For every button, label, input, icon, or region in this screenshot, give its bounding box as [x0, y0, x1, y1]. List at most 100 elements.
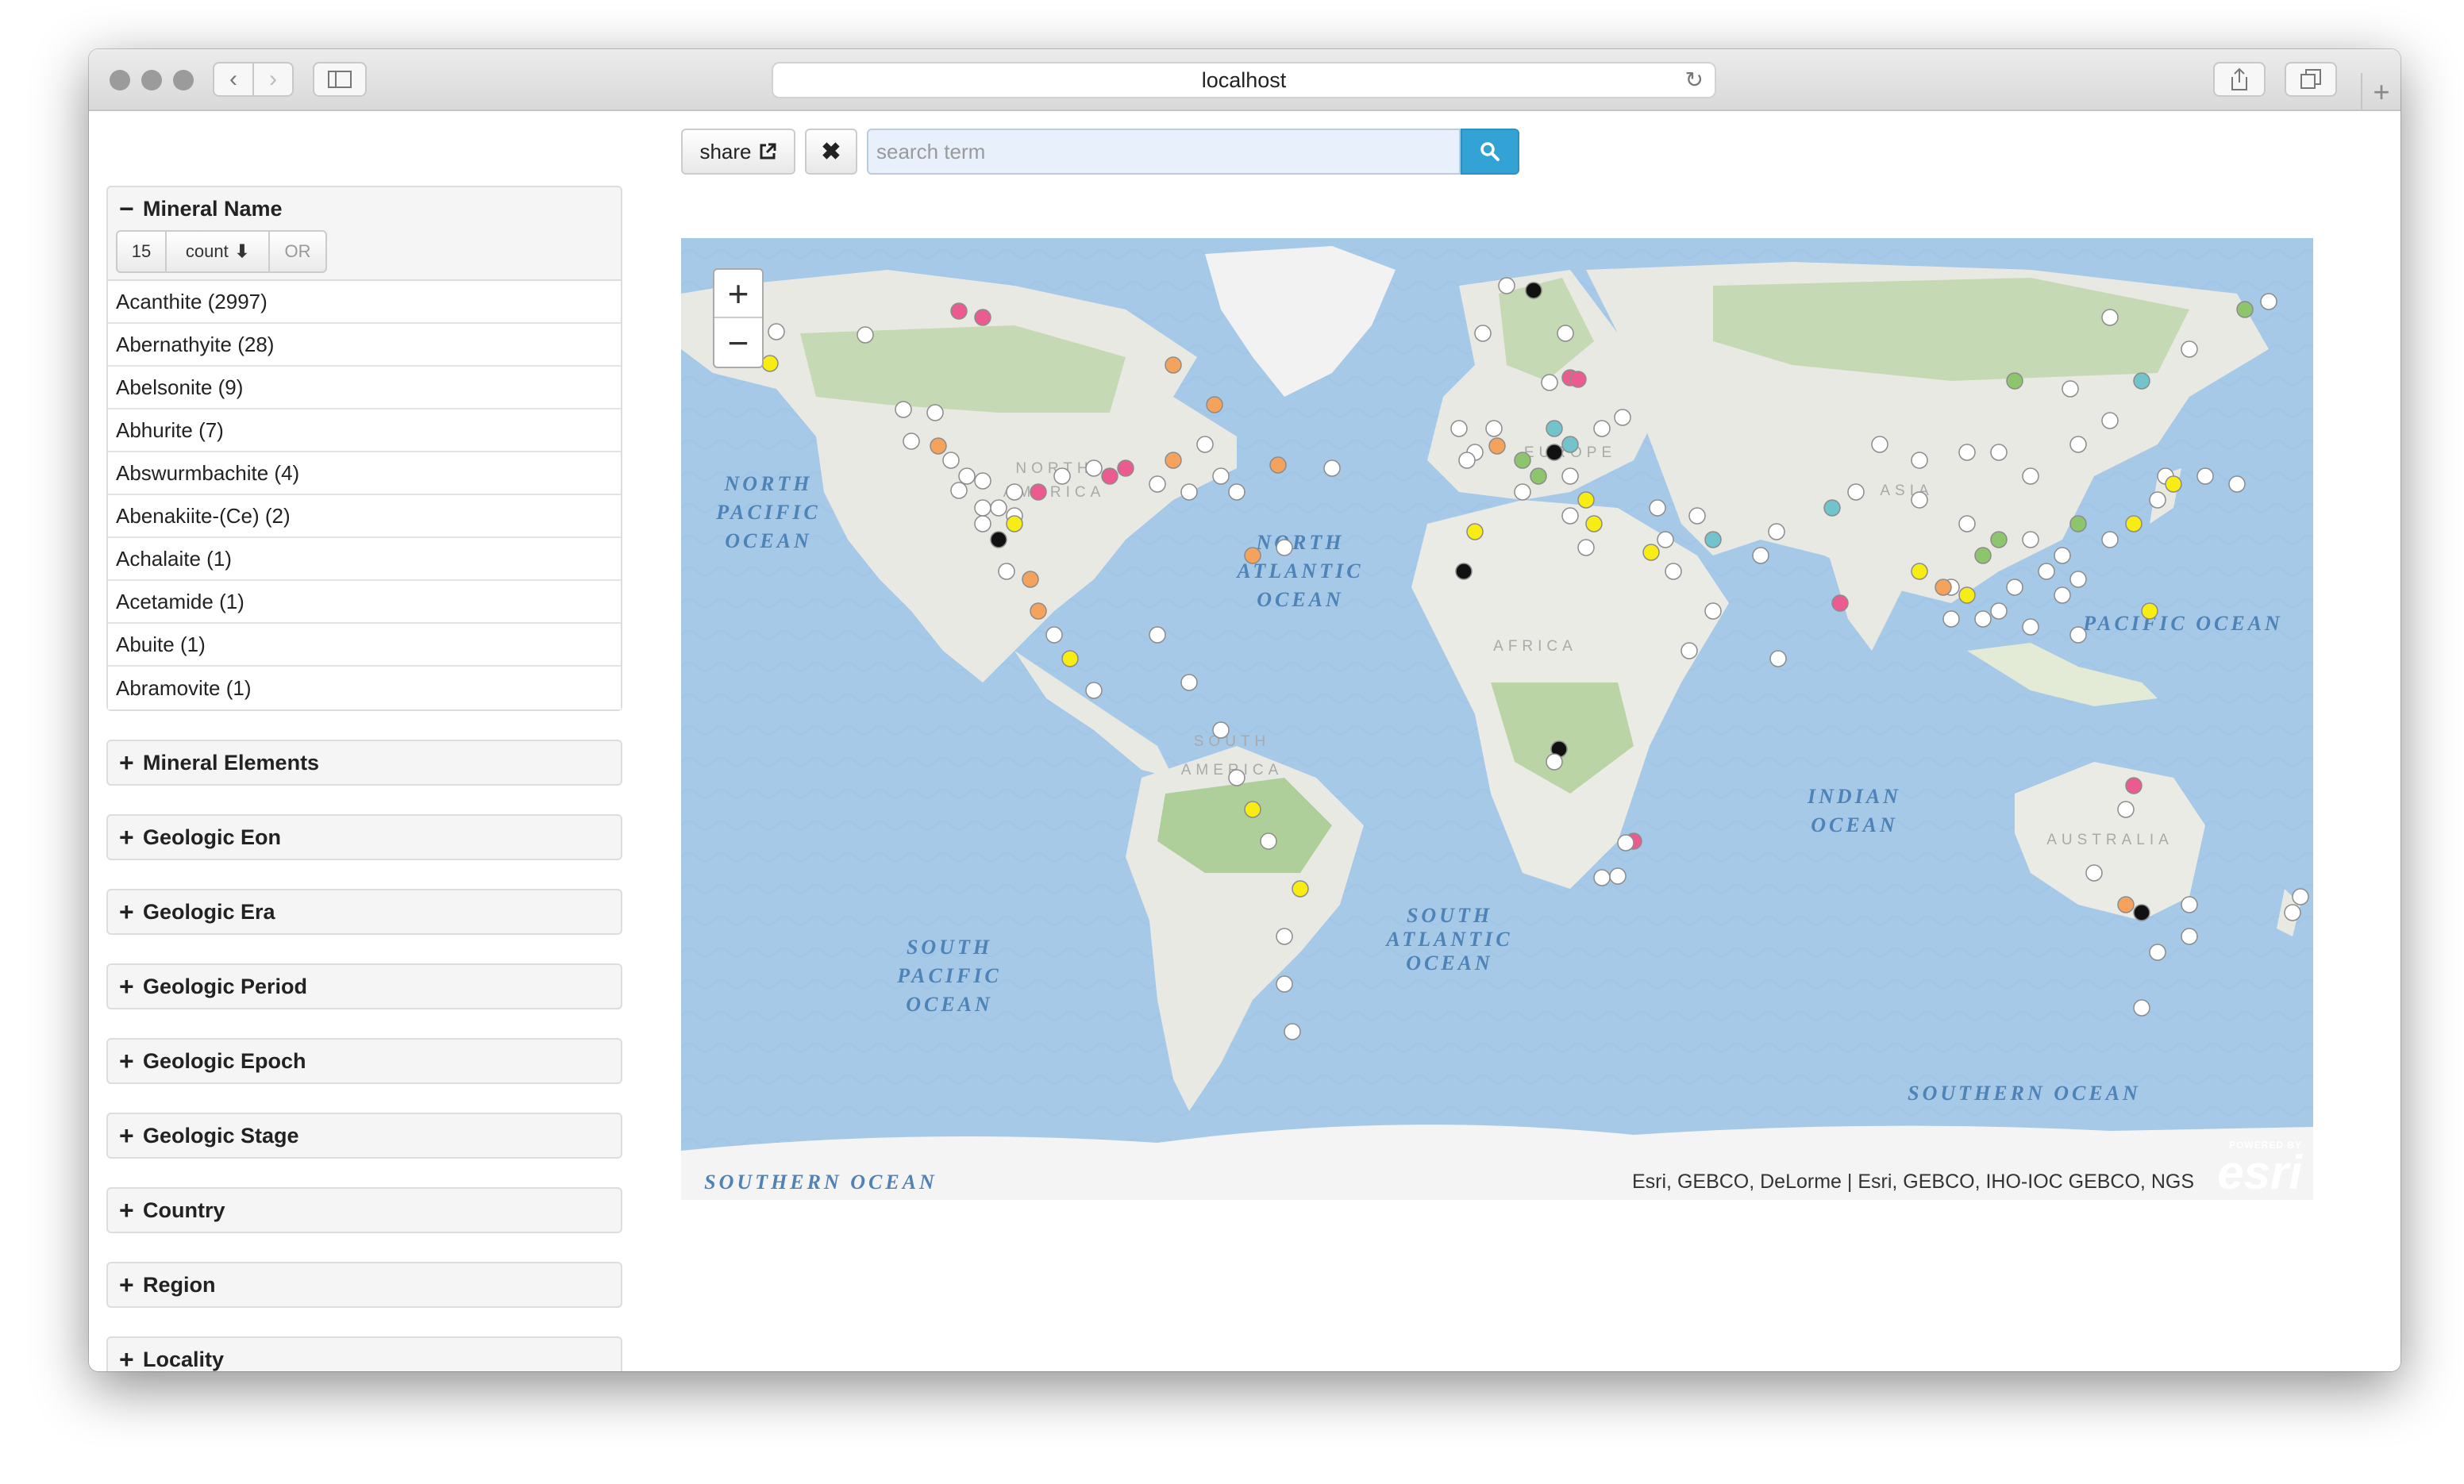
specimen-marker[interactable]	[1228, 769, 1245, 786]
facet-item[interactable]: Abernathyite (28)	[108, 324, 621, 367]
facet-region[interactable]: + Region	[106, 1262, 622, 1308]
specimen-marker[interactable]	[1546, 753, 1563, 771]
operator-button[interactable]: OR	[270, 230, 327, 273]
specimen-marker[interactable]	[1101, 467, 1118, 485]
specimen-marker[interactable]	[1769, 650, 1787, 667]
reload-icon[interactable]: ↻	[1685, 67, 1704, 93]
specimen-marker[interactable]	[1958, 444, 1976, 461]
specimen-marker[interactable]	[1006, 483, 1023, 501]
facet-mineral-elements[interactable]: + Mineral Elements	[106, 740, 622, 786]
specimen-marker[interactable]	[1276, 975, 1293, 993]
specimen-marker[interactable]	[1165, 356, 1182, 374]
specimen-marker[interactable]	[1061, 650, 1079, 667]
specimen-marker[interactable]	[990, 531, 1007, 548]
specimen-marker[interactable]	[2125, 515, 2143, 532]
specimen-marker[interactable]	[2101, 531, 2119, 548]
specimen-marker[interactable]	[1768, 523, 1785, 540]
specimen-marker[interactable]	[761, 355, 779, 372]
specimen-marker[interactable]	[1649, 499, 1666, 517]
specimen-marker[interactable]	[1455, 563, 1473, 580]
specimen-marker[interactable]	[1292, 880, 1309, 898]
specimen-marker[interactable]	[1561, 467, 1579, 485]
facet-geologic-stage[interactable]: + Geologic Stage	[106, 1113, 622, 1159]
specimen-marker[interactable]	[1514, 483, 1531, 501]
specimen-marker[interactable]	[768, 323, 785, 340]
facet-header-mineral-name[interactable]: − Mineral Name	[108, 187, 621, 230]
specimen-marker[interactable]	[2125, 777, 2143, 794]
zoom-out-button[interactable]: −	[714, 318, 762, 367]
specimen-marker[interactable]	[2006, 579, 2023, 596]
facet-item[interactable]: Acetamide (1)	[108, 581, 621, 624]
sort-button[interactable]: count ⬇	[167, 230, 270, 273]
specimen-marker[interactable]	[2069, 515, 2087, 532]
specimen-marker[interactable]	[990, 499, 1007, 517]
specimen-marker[interactable]	[958, 467, 976, 485]
specimen-marker[interactable]	[2022, 531, 2039, 548]
specimen-marker[interactable]	[2133, 372, 2150, 390]
specimen-marker[interactable]	[1911, 563, 1928, 580]
specimen-marker[interactable]	[2006, 372, 2023, 390]
specimen-marker[interactable]	[1149, 626, 1166, 644]
specimen-marker[interactable]	[1974, 610, 1992, 628]
specimen-marker[interactable]	[2117, 896, 2135, 913]
facet-item[interactable]: Abhurite (7)	[108, 409, 621, 452]
facet-item[interactable]: Acanthite (2997)	[108, 281, 621, 324]
specimen-marker[interactable]	[930, 437, 947, 455]
facet-country[interactable]: + Country	[106, 1187, 622, 1233]
specimen-marker[interactable]	[1269, 456, 1287, 474]
specimen-marker[interactable]	[1990, 531, 2008, 548]
zoom-window-button[interactable]	[173, 70, 194, 90]
specimen-marker[interactable]	[903, 433, 920, 450]
specimen-marker[interactable]	[2284, 904, 2301, 921]
new-tab-button[interactable]: +	[2361, 73, 2400, 111]
specimen-marker[interactable]	[1911, 491, 1928, 509]
specimen-marker[interactable]	[2133, 904, 2150, 921]
address-bar[interactable]: localhost ↻	[772, 62, 1716, 98]
specimen-marker[interactable]	[1958, 586, 1976, 604]
specimen-marker[interactable]	[2181, 340, 2198, 358]
specimen-marker[interactable]	[2181, 896, 2198, 913]
specimen-marker[interactable]	[950, 482, 968, 499]
specimen-marker[interactable]	[974, 499, 991, 517]
specimen-marker[interactable]	[1990, 602, 2008, 620]
specimen-marker[interactable]	[1704, 602, 1722, 620]
facet-item[interactable]: Abenakiite-(Ce) (2)	[108, 495, 621, 538]
specimen-marker[interactable]	[1577, 491, 1595, 509]
specimen-marker[interactable]	[1180, 483, 1198, 501]
specimen-marker[interactable]	[1485, 420, 1503, 437]
specimen-marker[interactable]	[950, 302, 968, 320]
specimen-marker[interactable]	[1244, 801, 1261, 818]
specimen-marker[interactable]	[1831, 594, 1849, 612]
world-map[interactable]: NORTH PACIFIC OCEAN NORTH ATLANTIC OCEAN…	[681, 238, 2313, 1200]
facet-geologic-eon[interactable]: + Geologic Eon	[106, 814, 622, 860]
specimen-marker[interactable]	[1206, 396, 1223, 413]
specimen-marker[interactable]	[1609, 867, 1627, 885]
specimen-marker[interactable]	[942, 452, 960, 469]
specimen-marker[interactable]	[2165, 475, 2182, 493]
search-input[interactable]	[867, 129, 1461, 175]
specimen-marker[interactable]	[2236, 301, 2254, 318]
specimen-marker[interactable]	[1085, 682, 1103, 699]
facet-geologic-era[interactable]: + Geologic Era	[106, 889, 622, 935]
specimen-marker[interactable]	[1488, 437, 1506, 455]
specimen-marker[interactable]	[1053, 467, 1071, 485]
specimen-marker[interactable]	[1642, 544, 1660, 561]
specimen-marker[interactable]	[1704, 531, 1722, 548]
share-button[interactable]: share	[681, 129, 795, 175]
specimen-marker[interactable]	[2196, 467, 2214, 485]
specimen-marker[interactable]	[1030, 602, 1047, 620]
specimen-marker[interactable]	[1149, 475, 1166, 493]
specimen-marker[interactable]	[1617, 834, 1634, 852]
share-page-button[interactable]	[2213, 62, 2266, 97]
specimen-marker[interactable]	[926, 404, 944, 421]
specimen-marker[interactable]	[1085, 459, 1103, 477]
specimen-marker[interactable]	[1546, 444, 1563, 461]
specimen-marker[interactable]	[2292, 888, 2309, 905]
specimen-marker[interactable]	[2260, 293, 2277, 310]
specimen-marker[interactable]	[2101, 412, 2119, 429]
specimen-marker[interactable]	[2117, 801, 2135, 818]
specimen-marker[interactable]	[1212, 467, 1230, 485]
specimen-marker[interactable]	[1614, 409, 1631, 426]
facet-geologic-epoch[interactable]: + Geologic Epoch	[106, 1038, 622, 1084]
specimen-marker[interactable]	[2133, 999, 2150, 1017]
